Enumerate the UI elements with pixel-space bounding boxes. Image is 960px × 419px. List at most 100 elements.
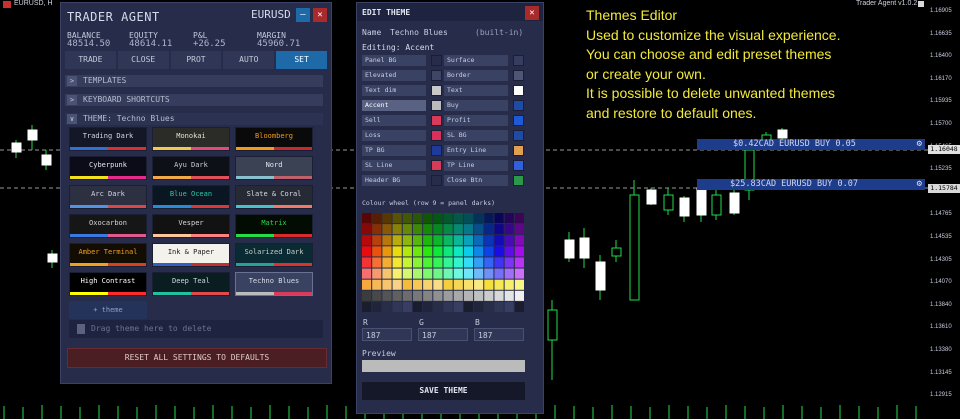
wheel-cell[interactable] <box>412 235 423 246</box>
wheel-cell[interactable] <box>412 257 423 268</box>
wheel-cell[interactable] <box>362 257 372 268</box>
wheel-cell[interactable] <box>372 224 382 235</box>
wheel-cell[interactable] <box>453 213 463 224</box>
wheel-cell[interactable] <box>453 290 463 301</box>
wheel-cell[interactable] <box>474 246 484 257</box>
wheel-cell[interactable] <box>453 235 463 246</box>
theme-card[interactable]: Arc Dark <box>69 185 147 209</box>
wheel-cell[interactable] <box>362 301 372 312</box>
wheel-cell[interactable] <box>372 213 382 224</box>
wheel-cell[interactable] <box>392 224 402 235</box>
theme-card[interactable]: Bloomberg <box>235 127 313 151</box>
close-button[interactable]: ✕ <box>313 8 327 22</box>
trade-gear-icon[interactable]: ⚙ <box>917 179 922 190</box>
wheel-cell[interactable] <box>494 235 504 246</box>
theme-card[interactable]: Deep Teal <box>152 272 230 296</box>
wheel-cell[interactable] <box>412 213 423 224</box>
theme-card[interactable]: Amber Terminal <box>69 243 147 267</box>
wheel-cell[interactable] <box>382 301 392 312</box>
color-item[interactable]: Accent <box>362 100 426 111</box>
theme-card[interactable]: High Contrast <box>69 272 147 296</box>
wheel-cell[interactable] <box>453 301 463 312</box>
color-item[interactable]: Text dim <box>362 85 426 96</box>
theme-card[interactable]: Nord <box>235 156 313 180</box>
wheel-cell[interactable] <box>484 268 494 279</box>
wheel-cell[interactable] <box>514 246 524 257</box>
theme-card[interactable]: Ayu Dark <box>152 156 230 180</box>
section-theme[interactable]: ∨ THEME: Techno Blues <box>65 113 323 125</box>
wheel-cell[interactable] <box>402 257 412 268</box>
color-item[interactable]: Profit <box>444 115 508 126</box>
wheel-cell[interactable] <box>423 268 433 279</box>
wheel-cell[interactable] <box>453 268 463 279</box>
minimize-button[interactable]: – <box>296 8 310 22</box>
wheel-cell[interactable] <box>423 213 433 224</box>
theme-card[interactable]: Vesper <box>152 214 230 238</box>
wheel-cell[interactable] <box>382 235 392 246</box>
color-swatch[interactable] <box>431 115 442 126</box>
tab-prot[interactable]: PROT <box>170 51 222 69</box>
wheel-cell[interactable] <box>392 246 402 257</box>
wheel-cell[interactable] <box>402 279 412 290</box>
color-item[interactable]: Buy <box>444 100 508 111</box>
wheel-cell[interactable] <box>453 246 463 257</box>
color-item[interactable]: SL BG <box>444 130 508 141</box>
theme-card[interactable]: Monokai <box>152 127 230 151</box>
wheel-cell[interactable] <box>494 301 504 312</box>
color-swatch[interactable] <box>513 70 524 81</box>
trade-bar-1[interactable]: $0.42CAD EURUSD BUY 0.05 ⚙ <box>697 139 925 150</box>
wheel-cell[interactable] <box>362 246 372 257</box>
color-swatch[interactable] <box>431 175 442 186</box>
wheel-cell[interactable] <box>494 246 504 257</box>
theme-card[interactable]: Trading Dark <box>69 127 147 151</box>
theme-card[interactable]: Blue Ocean <box>152 185 230 209</box>
wheel-cell[interactable] <box>372 290 382 301</box>
save-theme-button[interactable]: SAVE THEME <box>362 382 525 400</box>
wheel-cell[interactable] <box>453 257 463 268</box>
wheel-cell[interactable] <box>402 224 412 235</box>
wheel-cell[interactable] <box>392 290 402 301</box>
wheel-cell[interactable] <box>474 290 484 301</box>
wheel-cell[interactable] <box>423 279 433 290</box>
wheel-cell[interactable] <box>484 279 494 290</box>
wheel-cell[interactable] <box>382 290 392 301</box>
wheel-cell[interactable] <box>362 290 372 301</box>
color-item[interactable]: Border <box>444 70 508 81</box>
color-swatch[interactable] <box>431 55 442 66</box>
wheel-cell[interactable] <box>514 290 524 301</box>
wheel-cell[interactable] <box>514 213 524 224</box>
wheel-cell[interactable] <box>423 246 433 257</box>
wheel-cell[interactable] <box>372 246 382 257</box>
wheel-cell[interactable] <box>474 224 484 235</box>
wheel-cell[interactable] <box>484 235 494 246</box>
wheel-cell[interactable] <box>382 279 392 290</box>
wheel-cell[interactable] <box>372 301 382 312</box>
wheel-cell[interactable] <box>423 301 433 312</box>
edit-close-button[interactable]: ✕ <box>525 6 539 20</box>
color-swatch[interactable] <box>431 130 442 141</box>
wheel-cell[interactable] <box>372 268 382 279</box>
wheel-cell[interactable] <box>362 224 372 235</box>
theme-card[interactable]: Techno Blues <box>235 272 313 296</box>
color-item[interactable]: Loss <box>362 130 426 141</box>
wheel-cell[interactable] <box>474 268 484 279</box>
wheel-cell[interactable] <box>484 213 494 224</box>
wheel-cell[interactable] <box>392 213 402 224</box>
color-swatch[interactable] <box>513 115 524 126</box>
wheel-cell[interactable] <box>433 246 443 257</box>
wheel-cell[interactable] <box>463 268 474 279</box>
wheel-cell[interactable] <box>433 224 443 235</box>
wheel-cell[interactable] <box>372 257 382 268</box>
wheel-cell[interactable] <box>433 301 443 312</box>
wheel-cell[interactable] <box>484 224 494 235</box>
color-item[interactable]: Panel BG <box>362 55 426 66</box>
wheel-cell[interactable] <box>453 224 463 235</box>
wheel-cell[interactable] <box>443 224 453 235</box>
section-templates[interactable]: > TEMPLATES <box>65 75 323 87</box>
color-swatch[interactable] <box>431 85 442 96</box>
wheel-cell[interactable] <box>463 235 474 246</box>
color-item[interactable]: Entry Line <box>444 145 508 156</box>
wheel-cell[interactable] <box>504 268 514 279</box>
wheel-cell[interactable] <box>443 290 453 301</box>
wheel-cell[interactable] <box>382 246 392 257</box>
